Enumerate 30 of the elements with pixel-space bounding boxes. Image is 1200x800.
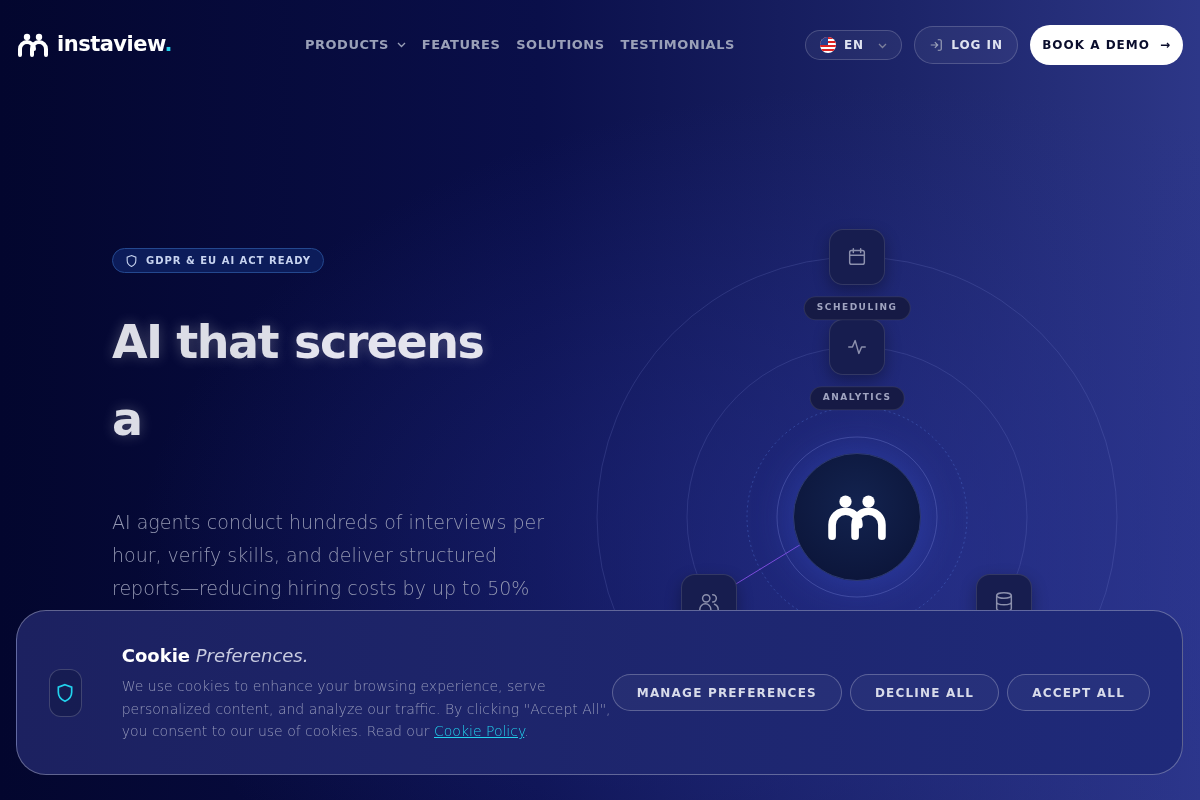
logo-icon [17, 33, 49, 57]
logo-icon [826, 494, 889, 540]
hero-heading-word: screens [294, 318, 484, 365]
cookie-button[interactable]: MANAGE PREFERENCES [611, 674, 842, 711]
shield-icon [125, 253, 138, 268]
hero-heading: AI that [112, 318, 278, 365]
nav-link[interactable]: PRODUCTS [305, 35, 406, 55]
login-button[interactable]: LOG IN [914, 26, 1019, 64]
node-label: SCHEDULING [803, 296, 911, 320]
flag-icon [819, 37, 836, 53]
hero-heading: a [112, 395, 143, 442]
nav-link[interactable]: FEATURES [421, 35, 501, 55]
cookie-policy-link[interactable]: Cookie Policy [434, 723, 525, 740]
cookie-description: We use cookies to enhance your browsing experience, serve personalized content, and analyze our traffic. By clicking "Accept All", you consent to our use of cookies. Read our Cookie Policy. [121, 677, 612, 742]
login-icon [929, 38, 944, 52]
brand-logo[interactable]: instaview. [17, 29, 173, 61]
book-demo-button[interactable]: BOOK A DEMO → [1030, 25, 1183, 65]
compliance-badge: GDPR & EU AI ACT READY [112, 248, 325, 273]
language-selector[interactable]: EN [804, 30, 903, 60]
nav-link[interactable]: TESTIMONIALS [620, 35, 735, 55]
cookie-button[interactable]: ACCEPT ALL [1007, 674, 1150, 711]
hero-description: AI agents conduct hundreds of interviews per hour, verify skills, and deliver structured reports—reducing hiring costs by up to 50% [112, 509, 546, 601]
caret-icon [878, 42, 888, 49]
cookie-title: Cookie Preferences. [121, 644, 310, 669]
cookie-button[interactable]: DECLINE ALL [849, 674, 1000, 711]
node-label: ANALYTICS [809, 386, 905, 410]
caret-icon [396, 42, 406, 48]
shield-icon [55, 681, 76, 704]
users-icon [698, 591, 721, 613]
nav-link[interactable]: SOLUTIONS [516, 35, 605, 55]
